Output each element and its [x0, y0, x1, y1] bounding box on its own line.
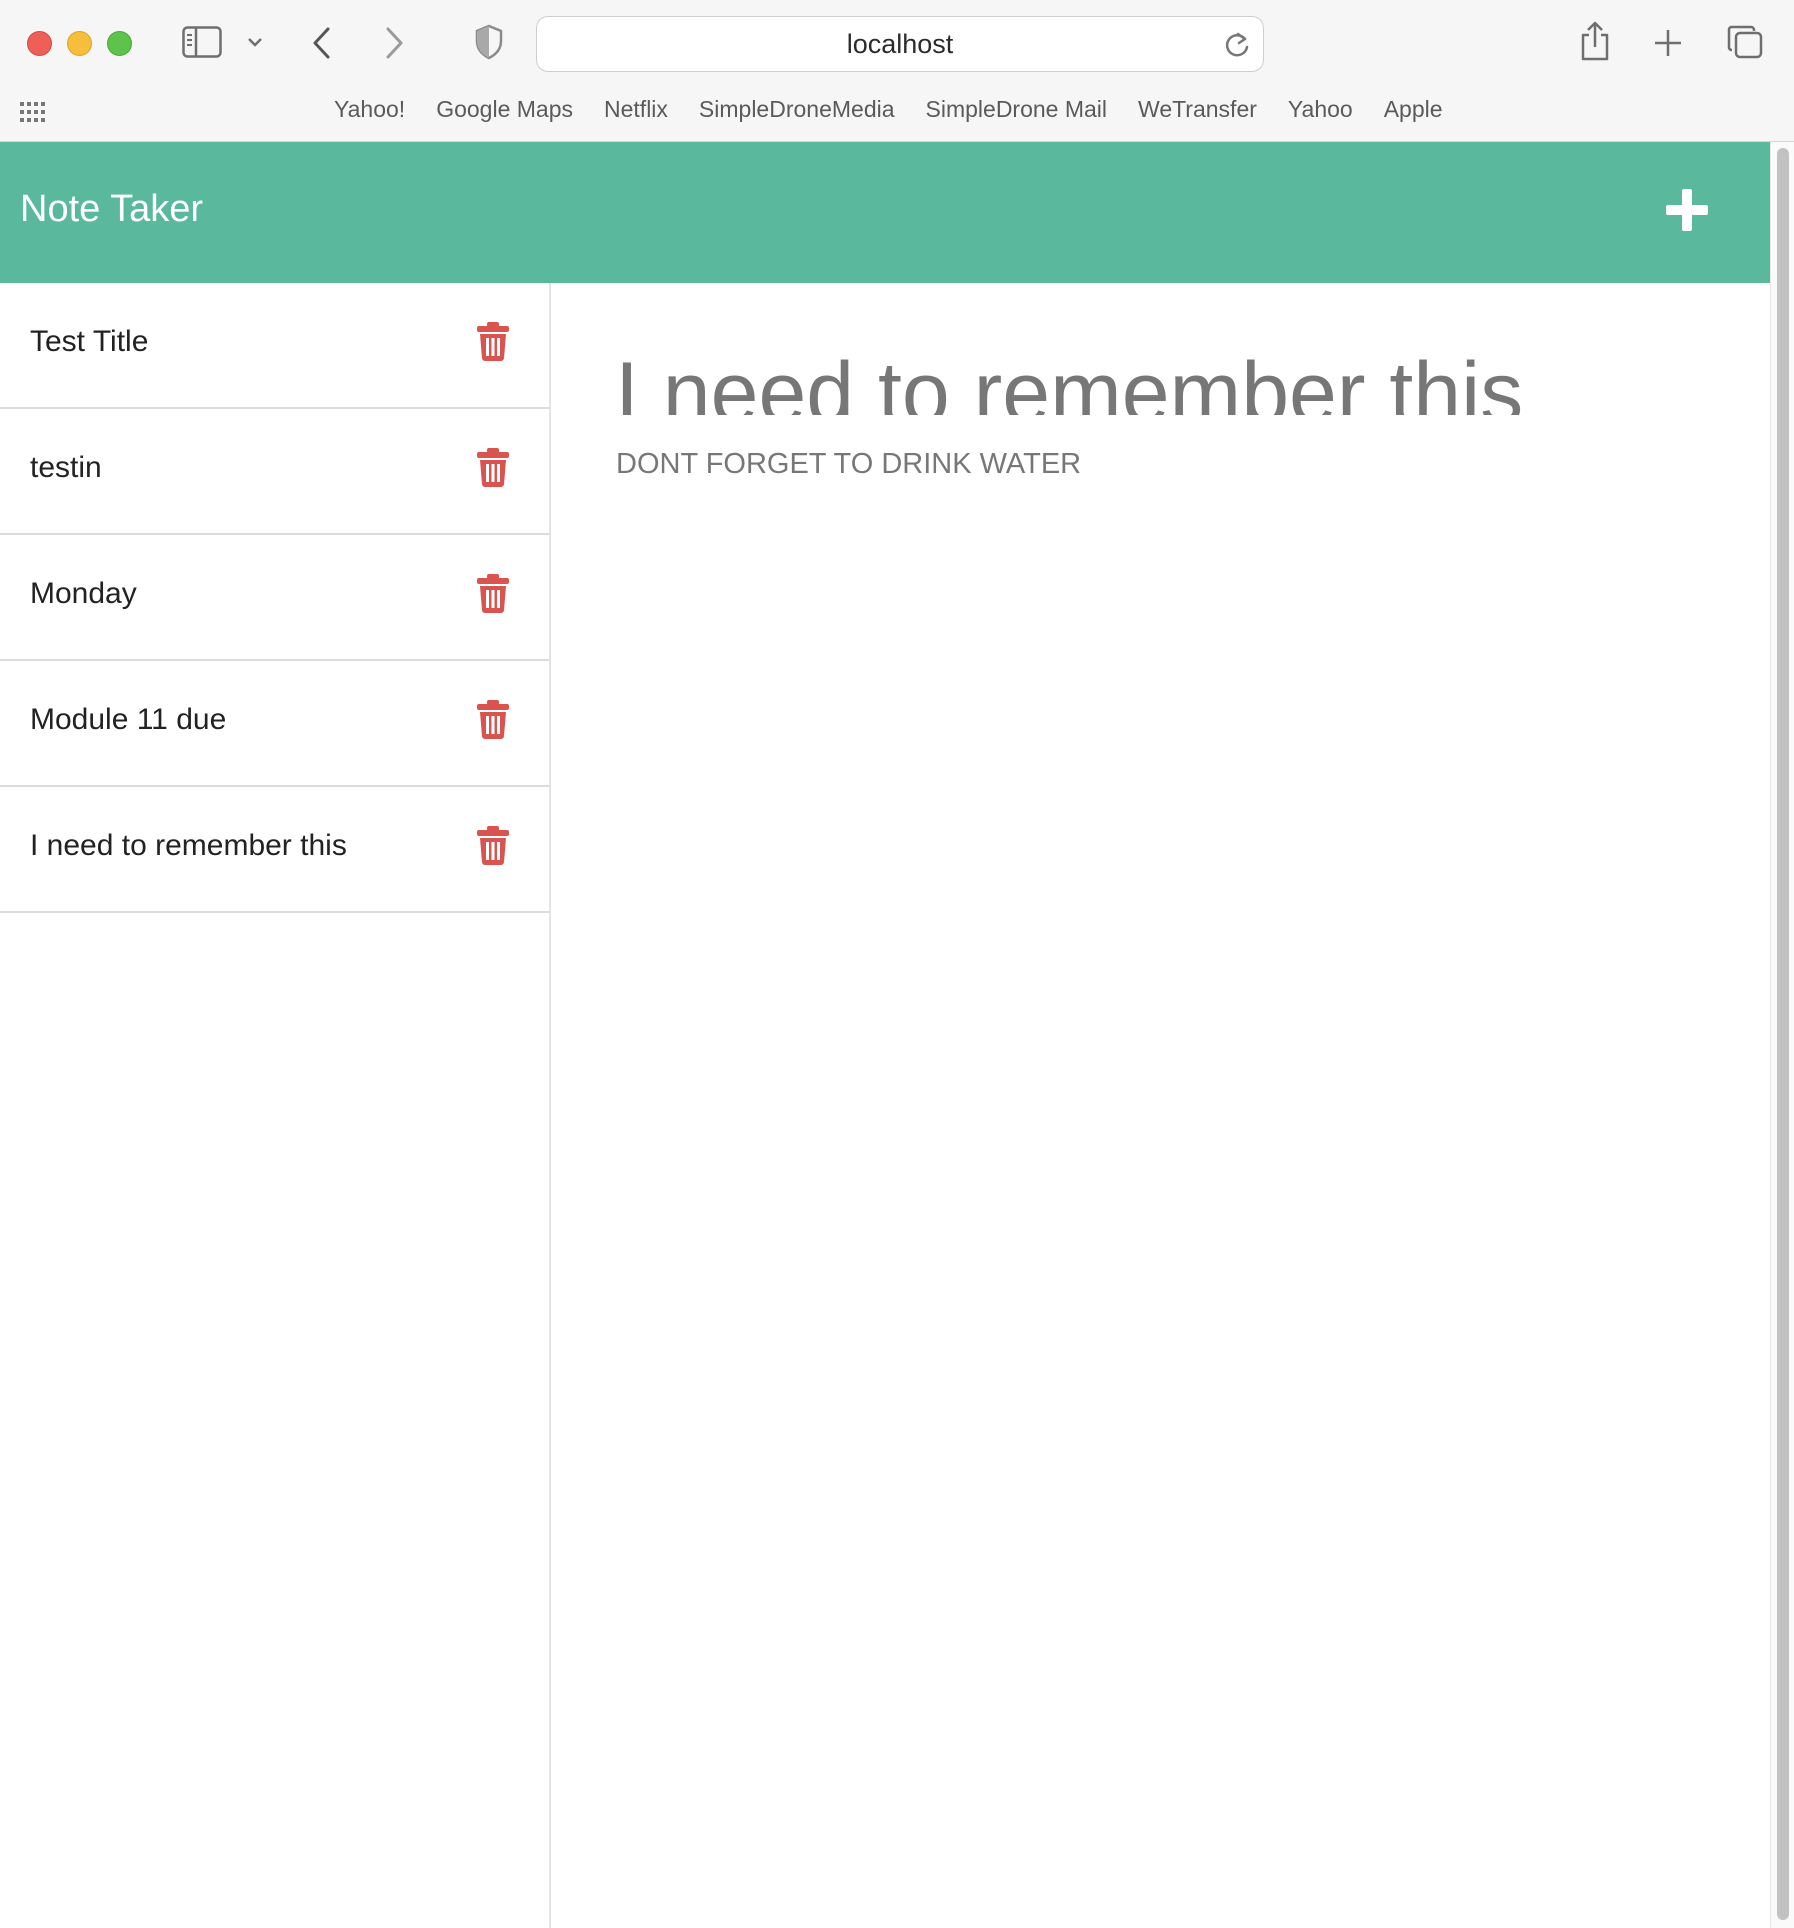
tabs-overview-icon[interactable]: [1726, 24, 1764, 60]
note-title[interactable]: Module 11 due: [30, 703, 226, 737]
bookmarks-list: Yahoo! Google Maps Netflix SimpleDroneMe…: [334, 96, 1474, 123]
bookmark-simpledronemedia[interactable]: SimpleDroneMedia: [699, 96, 895, 123]
reload-icon[interactable]: [1223, 30, 1251, 65]
notes-sidebar: Test Title testin Monday Module 11 due I…: [0, 283, 551, 1928]
note-title[interactable]: Monday: [30, 577, 137, 611]
share-icon[interactable]: [1578, 20, 1612, 62]
note-list: Test Title testin Monday Module 11 due I…: [0, 283, 549, 913]
bookmark-wetransfer[interactable]: WeTransfer: [1138, 96, 1257, 123]
address-bar[interactable]: localhost: [536, 16, 1264, 72]
trash-icon[interactable]: [476, 699, 510, 744]
note-title-input[interactable]: I need to remember this: [615, 337, 1715, 415]
page-content: Note Taker Test Title testin Monday Modu…: [0, 142, 1770, 1928]
bookmarks-bar: Yahoo! Google Maps Netflix SimpleDroneMe…: [0, 96, 1794, 128]
bookmark-yahoo-exclaim[interactable]: Yahoo!: [334, 96, 405, 123]
plus-icon[interactable]: [1652, 27, 1684, 59]
close-window-button[interactable]: [27, 31, 52, 56]
note-list-item[interactable]: I need to remember this: [0, 787, 549, 913]
page-scrollbar[interactable]: [1770, 142, 1794, 1928]
note-editor: I need to remember this DONT FORGET TO D…: [553, 283, 1770, 1928]
apps-grid-icon[interactable]: [20, 102, 46, 127]
chevron-right-icon[interactable]: [382, 26, 406, 60]
new-note-plus-icon[interactable]: [1664, 187, 1710, 238]
address-bar-text: localhost: [846, 28, 954, 59]
sidebar-icon[interactable]: [182, 26, 222, 58]
zoom-window-button[interactable]: [107, 31, 132, 56]
trash-icon[interactable]: [476, 573, 510, 618]
shield-icon[interactable]: [474, 24, 504, 60]
chevron-down-icon[interactable]: [246, 36, 264, 48]
bookmark-apple[interactable]: Apple: [1384, 96, 1443, 123]
trash-icon[interactable]: [476, 447, 510, 492]
bookmark-simpledrone-mail[interactable]: SimpleDrone Mail: [926, 96, 1108, 123]
app-brand[interactable]: Note Taker: [20, 188, 203, 231]
note-title[interactable]: I need to remember this: [30, 829, 347, 863]
browser-toolbar: localhost Yahoo! Google Maps Netflix Sim…: [0, 0, 1794, 142]
scrollbar-thumb[interactable]: [1777, 148, 1789, 1920]
note-title[interactable]: testin: [30, 451, 102, 485]
note-list-item[interactable]: Test Title: [0, 283, 549, 409]
note-text-area[interactable]: DONT FORGET TO DRINK WATER: [616, 448, 1081, 481]
bookmark-netflix[interactable]: Netflix: [604, 96, 668, 123]
note-list-item[interactable]: Monday: [0, 535, 549, 661]
bookmark-google-maps[interactable]: Google Maps: [436, 96, 573, 123]
minimize-window-button[interactable]: [67, 31, 92, 56]
bookmark-yahoo[interactable]: Yahoo: [1288, 96, 1353, 123]
chevron-left-icon[interactable]: [310, 26, 334, 60]
note-list-item[interactable]: Module 11 due: [0, 661, 549, 787]
trash-icon[interactable]: [476, 321, 510, 366]
trash-icon[interactable]: [476, 825, 510, 870]
app-navbar: Note Taker: [0, 142, 1770, 283]
note-list-item[interactable]: testin: [0, 409, 549, 535]
note-title[interactable]: Test Title: [30, 325, 148, 359]
